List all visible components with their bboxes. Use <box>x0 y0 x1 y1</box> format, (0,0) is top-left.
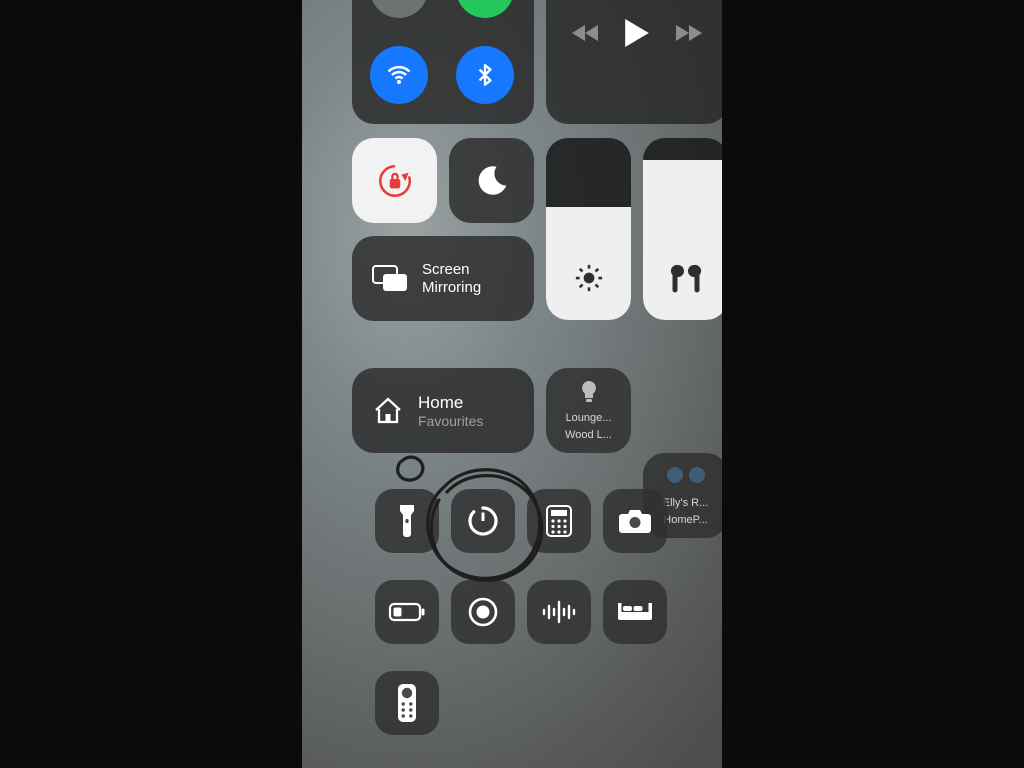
cellular-data-toggle[interactable] <box>456 0 514 18</box>
home-tile-ellys-line1: Elly's R... <box>663 497 709 511</box>
home-tile-ellys-line2: HomeP... <box>663 514 707 528</box>
do-not-disturb-icon <box>474 163 510 199</box>
home-tile-lounge-line1: Lounge... <box>566 412 612 426</box>
voice-memo-button[interactable] <box>527 580 591 644</box>
connectivity-panel[interactable] <box>352 0 534 124</box>
sleep-icon <box>617 600 653 624</box>
brightness-slider[interactable] <box>546 138 631 320</box>
do-not-disturb-toggle[interactable] <box>449 138 534 223</box>
apple-tv-remote-icon <box>397 683 417 723</box>
home-subtitle: Favourites <box>418 413 483 429</box>
cellular-icon <box>472 0 498 2</box>
low-power-button[interactable] <box>375 580 439 644</box>
homepod-pair-icon <box>667 467 705 483</box>
home-tile-lounge-line2: Wood L... <box>565 429 612 443</box>
screen-mirroring-label: Screen Mirroring <box>422 261 481 297</box>
screen-mirroring-button[interactable]: Screen Mirroring <box>352 236 534 321</box>
rotation-lock-icon <box>374 160 416 202</box>
calculator-icon <box>546 505 572 537</box>
airplane-icon <box>386 0 412 2</box>
wifi-toggle[interactable] <box>370 46 428 104</box>
apple-tv-remote-button[interactable] <box>375 671 439 735</box>
home-button[interactable]: Home Favourites <box>352 368 534 453</box>
voice-memo-icon <box>541 600 577 624</box>
play-icon[interactable] <box>624 19 650 47</box>
airplane-mode-toggle[interactable] <box>370 0 428 18</box>
rotation-lock-toggle[interactable] <box>352 138 437 223</box>
low-power-icon <box>389 602 425 622</box>
screen-record-button[interactable] <box>451 580 515 644</box>
screen-mirroring-icon <box>372 265 408 293</box>
lightbulb-icon <box>578 380 600 406</box>
home-icon <box>372 396 404 426</box>
home-tile-lounge[interactable]: Lounge... Wood L... <box>546 368 631 453</box>
timer-button[interactable] <box>451 489 515 553</box>
flashlight-icon <box>397 504 417 538</box>
bluetooth-icon <box>472 62 498 88</box>
camera-button[interactable] <box>603 489 667 553</box>
media-panel[interactable] <box>546 0 722 124</box>
flashlight-button[interactable] <box>375 489 439 553</box>
sleep-button[interactable] <box>603 580 667 644</box>
volume-slider[interactable] <box>643 138 722 320</box>
camera-icon <box>618 508 652 534</box>
wifi-icon <box>385 61 413 89</box>
airpods-icon <box>669 263 703 298</box>
calculator-button[interactable] <box>527 489 591 553</box>
bluetooth-toggle[interactable] <box>456 46 514 104</box>
forward-icon[interactable] <box>674 23 702 43</box>
control-center-screen: Screen Mirroring Home Favourites Lounge.… <box>302 0 722 768</box>
brightness-icon <box>574 263 604 298</box>
timer-icon <box>467 505 499 537</box>
screen-record-icon <box>467 596 499 628</box>
home-title: Home <box>418 393 483 413</box>
rewind-icon[interactable] <box>572 23 600 43</box>
